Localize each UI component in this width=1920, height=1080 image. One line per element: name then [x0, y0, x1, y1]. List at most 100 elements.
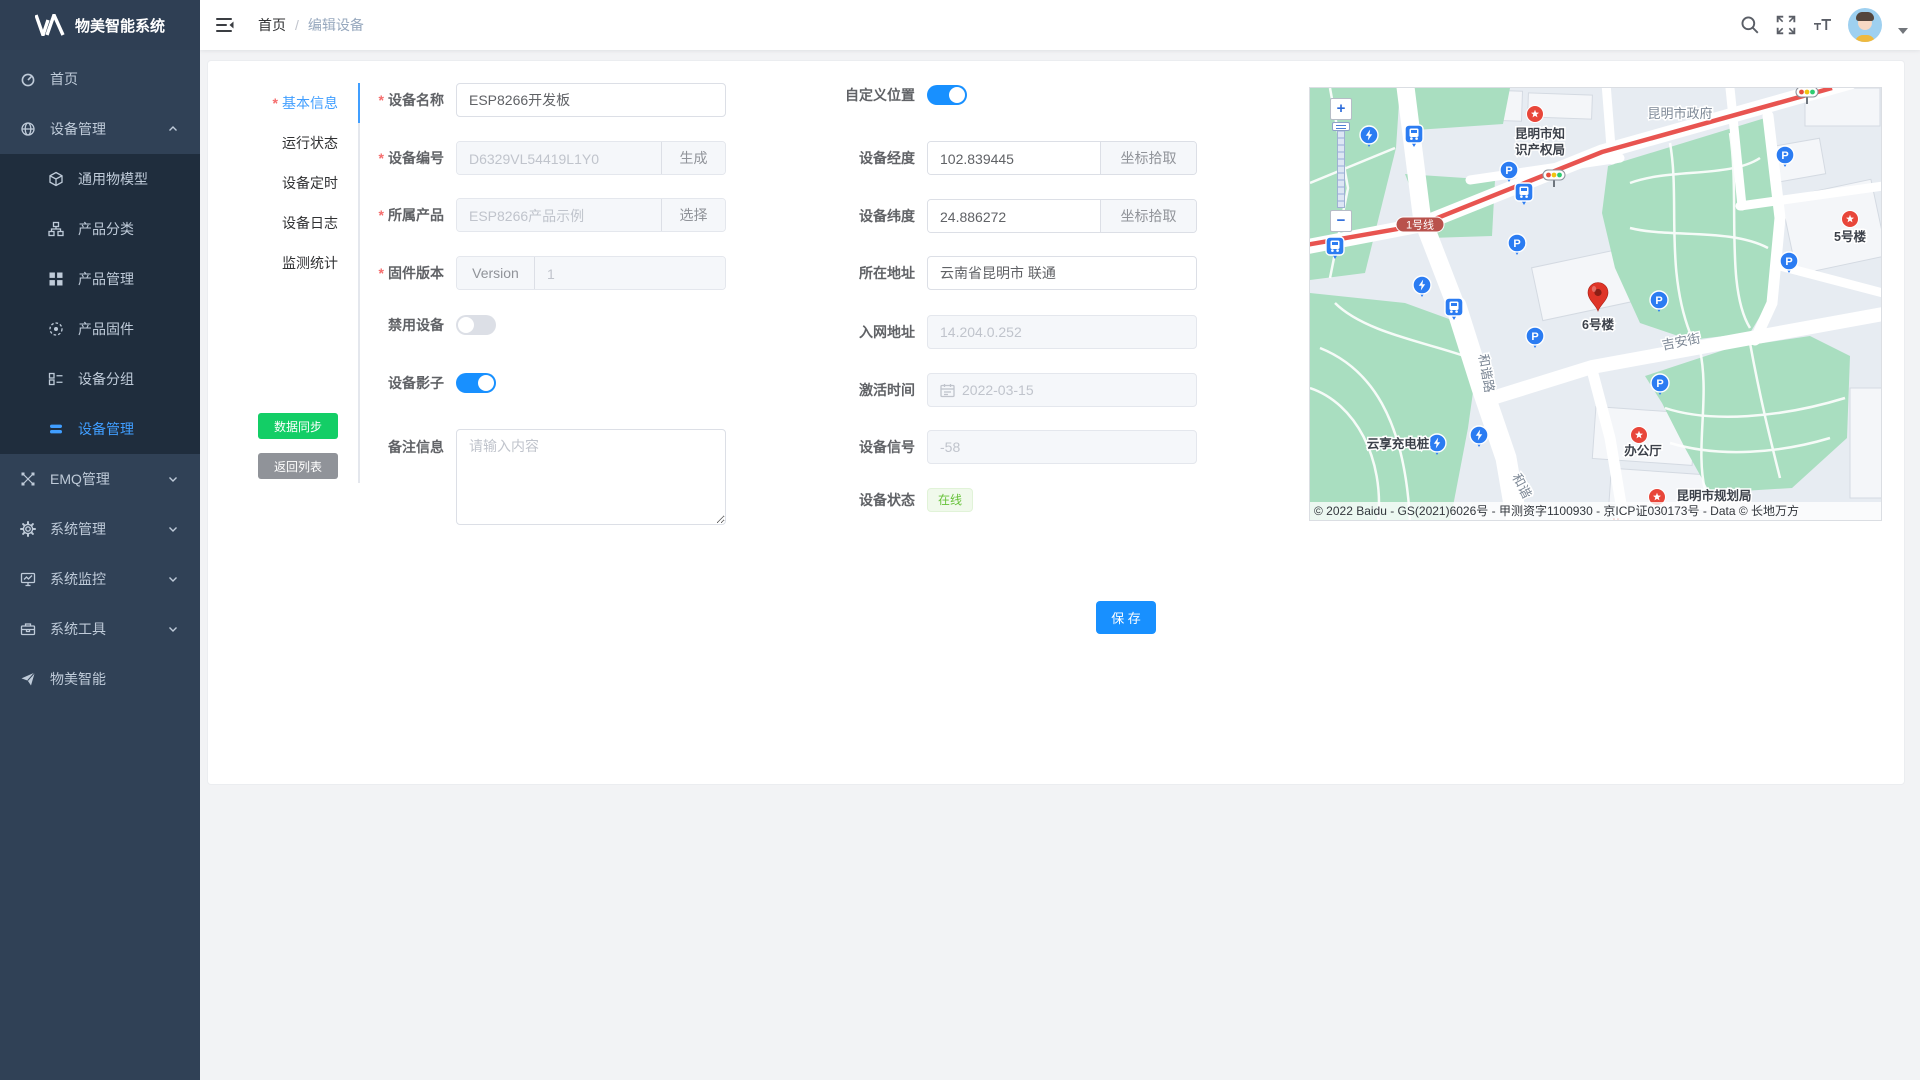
latitude-input[interactable] — [928, 200, 1100, 233]
field-longitude: 设备经度 坐标拾取 — [792, 141, 1197, 175]
required-asterisk: * — [379, 92, 384, 108]
sidebar-item-wumei[interactable]: 物美智能 — [0, 654, 200, 704]
sidebar-item-product-firmware[interactable]: 产品固件 — [0, 304, 200, 354]
fullscreen-icon[interactable] — [1776, 15, 1796, 35]
sidebar-item-emq[interactable]: EMQ管理 — [0, 454, 200, 504]
field-device-name: *设备名称 — [321, 83, 726, 117]
device-number-input — [457, 142, 661, 175]
field-latitude: 设备纬度 坐标拾取 — [792, 199, 1197, 233]
required-asterisk: * — [379, 265, 384, 281]
map-marker-star[interactable] — [1527, 106, 1544, 123]
save-button[interactable]: 保 存 — [1096, 601, 1156, 634]
breadcrumb-separator: / — [295, 17, 299, 33]
sidebar-item-system-tools[interactable]: 系统工具 — [0, 604, 200, 654]
sidebar-item-system-management[interactable]: 系统管理 — [0, 504, 200, 554]
map-attribution: © 2022 Baidu - GS(2021)6026号 - 甲测资字11009… — [1310, 502, 1881, 520]
grid-icon — [48, 271, 64, 287]
select-product-button[interactable]: 选择 — [661, 199, 725, 231]
field-signal: 设备信号 — [792, 430, 1197, 464]
search-icon[interactable] — [1740, 15, 1760, 35]
map-marker-star[interactable] — [1842, 211, 1859, 228]
dashboard-icon — [20, 71, 36, 87]
longitude-input[interactable] — [928, 142, 1100, 175]
field-firmware-version: *固件版本 Version — [321, 256, 726, 290]
device-management-submenu: 通用物模型 产品分类 产品管理 产品固件 — [0, 154, 200, 454]
zoom-in-button[interactable]: + — [1330, 98, 1352, 120]
field-disable-device: 禁用设备 — [321, 315, 496, 335]
sidebar-item-label: 产品管理 — [78, 269, 134, 289]
sidebar-item-thing-model[interactable]: 通用物模型 — [0, 154, 200, 204]
zoom-slider-handle[interactable] — [1332, 122, 1350, 131]
sidebar-item-label: 系统工具 — [50, 619, 106, 639]
chevron-down-icon[interactable] — [1898, 28, 1908, 34]
edit-device-card: *基本信息 运行状态 设备定时 设备日志 监测统计 数据同步 返回列表 *设备名… — [207, 60, 1905, 785]
signal-input — [927, 430, 1197, 464]
breadcrumb: 首页 / 编辑设备 — [258, 15, 364, 35]
sidebar-item-home[interactable]: 首页 — [0, 54, 200, 104]
zoom-slider-track[interactable] — [1337, 122, 1345, 208]
sidebar-item-label: 产品分类 — [78, 219, 134, 239]
sidebar-item-label: 产品固件 — [78, 319, 134, 339]
navbar-actions — [1740, 8, 1920, 42]
sidebar-item-device-list[interactable]: 设备管理 — [0, 404, 200, 454]
address-input[interactable] — [927, 256, 1197, 290]
sidebar-item-device-management[interactable]: 设备管理 — [0, 104, 200, 154]
map-label: 昆明市政府 — [1647, 106, 1712, 121]
sidebar-item-product-category[interactable]: 产品分类 — [0, 204, 200, 254]
device-name-input[interactable] — [456, 83, 726, 117]
metro-line-label: 1号线 — [1406, 218, 1434, 232]
sidebar-item-device-group[interactable]: 设备分组 — [0, 354, 200, 404]
device-shadow-switch[interactable] — [456, 373, 496, 393]
chevron-down-icon — [168, 524, 178, 534]
device-list-icon — [48, 421, 64, 437]
baidu-map[interactable]: P — [1309, 87, 1882, 521]
field-device-shadow: 设备影子 — [321, 373, 496, 393]
field-device-status: 设备状态 在线 — [792, 488, 973, 512]
chevron-down-icon — [168, 624, 178, 634]
map-label: 办公厅 — [1624, 443, 1662, 458]
disable-device-switch[interactable] — [456, 315, 496, 335]
field-activation-time: 激活时间 2022-03-15 — [792, 373, 1197, 407]
remarks-textarea[interactable] — [456, 429, 726, 525]
cube-icon — [48, 171, 64, 187]
sidebar-item-label: 设备管理 — [50, 119, 106, 139]
sidebar-menu: 首页 设备管理 通用物模型 产品分类 — [0, 50, 200, 704]
map-zoom-control: + − — [1330, 98, 1352, 232]
sidebar-item-label: 物美智能 — [50, 669, 106, 689]
sidebar-item-system-monitor[interactable]: 系统监控 — [0, 554, 200, 604]
top-navbar: 首页 / 编辑设备 — [200, 0, 1920, 50]
map-label: 识产权局 — [1515, 142, 1565, 157]
field-address: 所在地址 — [792, 256, 1197, 290]
map-label: 6号楼 — [1582, 317, 1614, 332]
status-badge: 在线 — [927, 488, 973, 512]
map-marker-star[interactable] — [1631, 427, 1648, 444]
gear-icon — [20, 521, 36, 537]
product-input — [457, 199, 661, 232]
map-label: 云享充电桩 — [1367, 436, 1430, 451]
required-asterisk: * — [379, 150, 384, 166]
avatar[interactable] — [1848, 8, 1882, 42]
pick-coordinate-button[interactable]: 坐标拾取 — [1100, 200, 1196, 232]
paper-plane-icon — [20, 671, 36, 687]
category-tree-icon — [48, 221, 64, 237]
calendar-icon — [940, 383, 955, 398]
custom-location-switch[interactable] — [927, 85, 967, 105]
breadcrumb-home[interactable]: 首页 — [258, 15, 286, 35]
sidebar-item-product-management[interactable]: 产品管理 — [0, 254, 200, 304]
sidebar-toggle-icon[interactable] — [200, 0, 250, 50]
toolbox-icon — [20, 621, 36, 637]
zoom-out-button[interactable]: − — [1330, 210, 1352, 232]
emq-node-icon — [20, 471, 36, 487]
group-list-icon — [48, 371, 64, 387]
field-network-address: 入网地址 — [792, 315, 1197, 349]
app-title: 物美智能系统 — [75, 15, 165, 36]
font-size-icon[interactable] — [1812, 15, 1832, 35]
sidebar-item-label: 系统管理 — [50, 519, 106, 539]
firmware-version-input — [535, 257, 725, 290]
pick-coordinate-button[interactable]: 坐标拾取 — [1100, 142, 1196, 174]
required-asterisk: * — [379, 207, 384, 223]
sidebar-item-label: EMQ管理 — [50, 469, 110, 489]
field-remarks: 备注信息 — [321, 429, 726, 525]
generate-button[interactable]: 生成 — [661, 142, 725, 174]
chevron-down-icon — [168, 574, 178, 584]
